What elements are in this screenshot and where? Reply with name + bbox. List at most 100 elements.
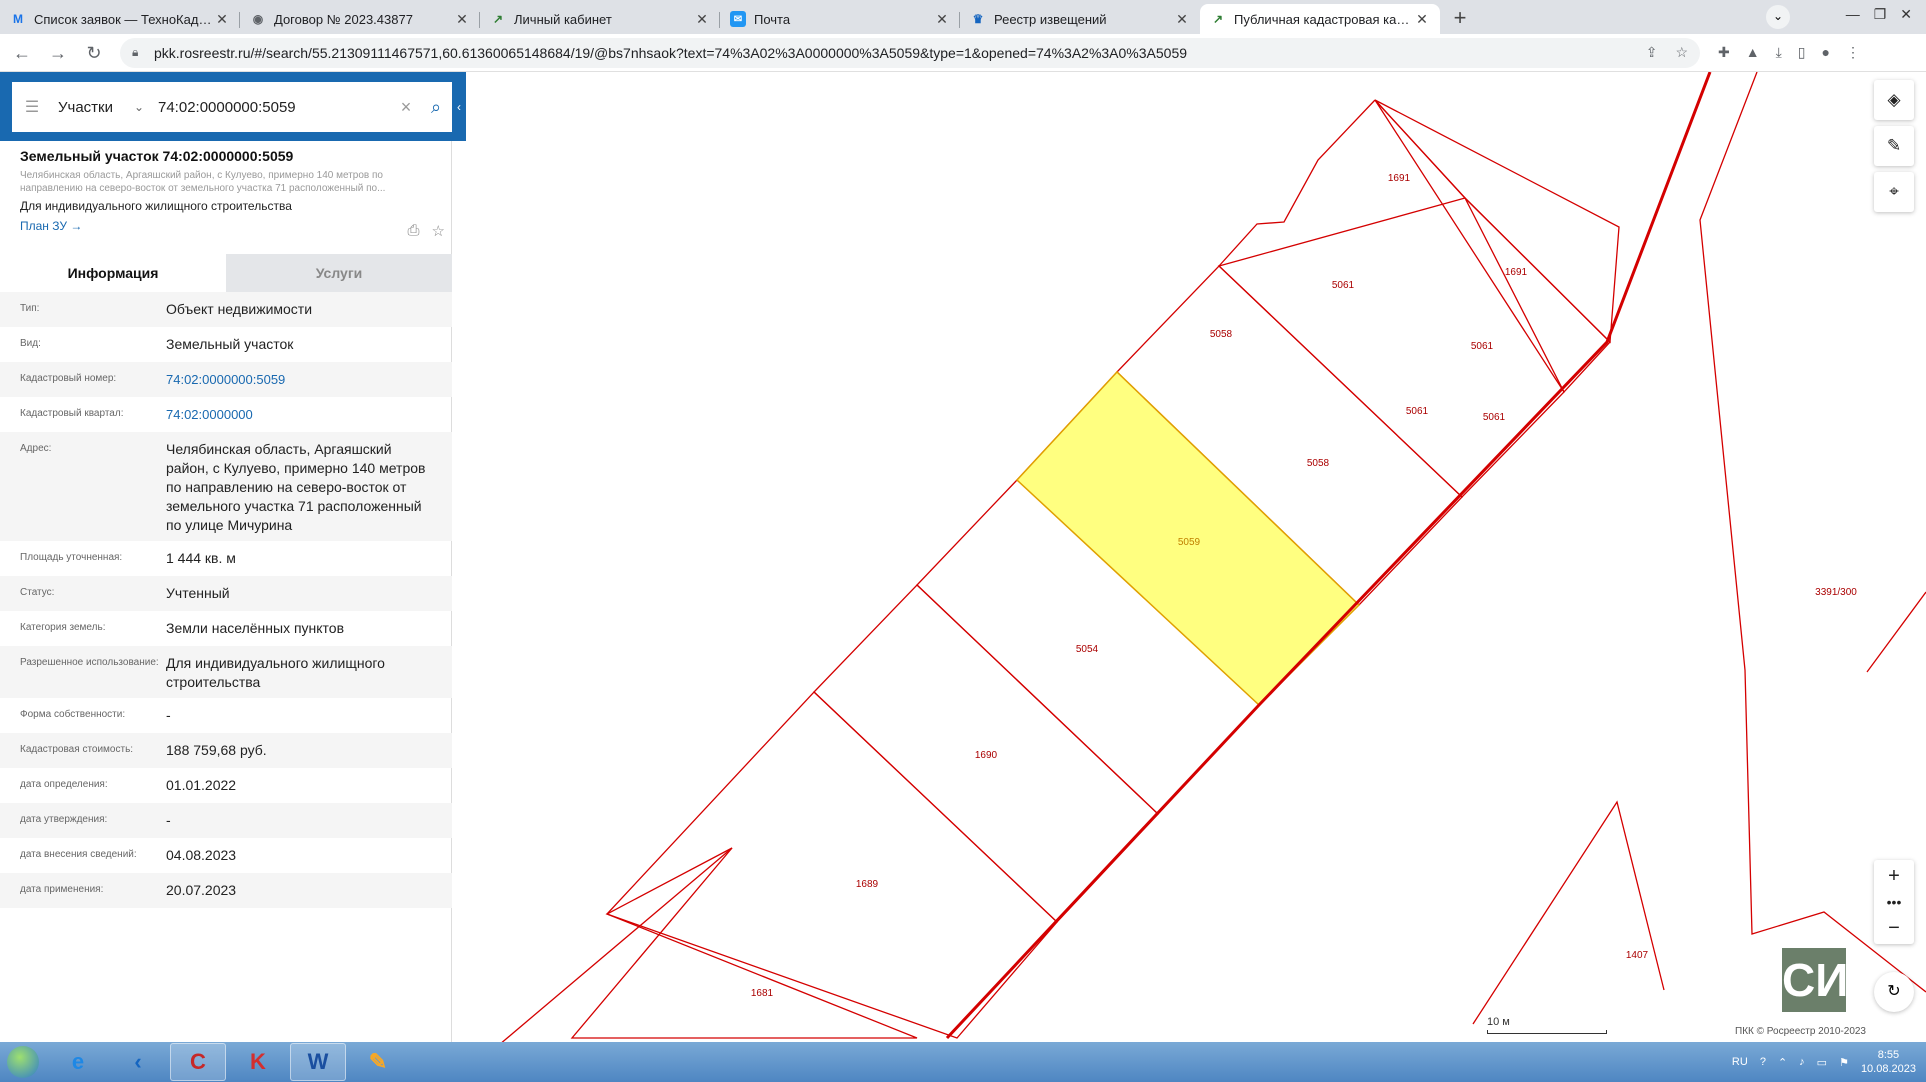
layers-icon[interactable]: ◈ — [1874, 80, 1914, 120]
bookmark-star-icon[interactable]: ☆ — [1675, 44, 1688, 61]
paint-icon[interactable]: ✎ — [350, 1043, 406, 1081]
volume-icon[interactable]: ♪ — [1799, 1056, 1805, 1068]
chevron-down-icon[interactable]: ⌄ — [134, 100, 158, 114]
hamburger-menu-icon[interactable]: ☰ — [12, 97, 52, 117]
zoom-in-button[interactable]: + — [1874, 860, 1914, 892]
forward-icon[interactable]: → — [44, 39, 72, 67]
download-icon[interactable]: ⤓ — [1776, 44, 1782, 61]
info-key: Тип: — [20, 303, 40, 314]
cadastral-number-link[interactable]: 74:02:0000000:5059 — [166, 370, 452, 391]
window-controls: — ❐ ✕ — [1832, 0, 1926, 29]
kebab-menu-icon[interactable]: ⋮ — [1846, 44, 1860, 61]
info-key: Статус: — [20, 587, 55, 598]
tab-info[interactable]: Информация — [0, 254, 226, 292]
parcel-layer[interactable]: 1691 1691 5061 5061 5061 5061 5058 5058 … — [467, 72, 1926, 1042]
kompas-icon[interactable]: ‹ — [110, 1043, 166, 1081]
share-icon[interactable]: ⇪ — [1646, 44, 1658, 61]
close-icon[interactable]: ✕ — [1174, 11, 1190, 27]
flask-icon[interactable]: ▲ — [1746, 44, 1760, 61]
extensions-bar: ✚ ▲ ⤓ ▯ ● ⋮ — [1718, 44, 1860, 61]
restore-icon[interactable]: ❐ — [1874, 6, 1887, 23]
zoom-more-icon[interactable]: ••• — [1874, 892, 1914, 912]
info-row: Форма собственности: - — [0, 698, 452, 733]
info-key: Кадастровая стоимость: — [20, 744, 134, 755]
search-icon[interactable]: ⌕ — [418, 97, 454, 118]
cadastral-map[interactable]: 1691 1691 5061 5061 5061 5061 5058 5058 … — [467, 72, 1926, 1042]
browser-tab[interactable]: ↗ Личный кабинет ✕ — [480, 4, 720, 34]
close-icon[interactable]: ✕ — [1414, 11, 1430, 27]
info-value: Земельный участок — [166, 336, 294, 352]
lock-icon[interactable]: 🔒︎ — [132, 45, 146, 60]
kaspersky-icon[interactable]: K — [230, 1043, 286, 1081]
parcel-label-5054: 5054 — [1076, 644, 1099, 655]
parcel-label-1681: 1681 — [751, 988, 774, 999]
browser-tab[interactable]: ♛ Реестр извещений ✕ — [960, 4, 1200, 34]
reload-icon[interactable]: ↻ — [80, 39, 108, 67]
close-window-icon[interactable]: ✕ — [1900, 6, 1912, 23]
start-button[interactable] — [0, 1042, 46, 1082]
info-key: дата определения: — [20, 779, 108, 790]
close-icon[interactable]: ✕ — [454, 11, 470, 27]
tab-services[interactable]: Услуги — [226, 254, 452, 292]
network-icon[interactable]: ▭ — [1817, 1056, 1827, 1069]
info-value: 01.01.2022 — [166, 777, 237, 793]
parcel-3391-east — [1866, 591, 1926, 673]
puzzle-icon[interactable]: ✚ — [1718, 44, 1730, 61]
print-preview-icon[interactable]: ⎙ — [408, 222, 420, 240]
back-icon[interactable]: ← — [8, 39, 36, 67]
info-row: дата внесения сведений: 04.08.2023 — [0, 838, 452, 873]
app-c-icon[interactable]: C — [170, 1043, 226, 1081]
tab-search-icon[interactable]: ⌄ — [1766, 5, 1790, 29]
info-row: Разрешенное использование: Для индивидуа… — [0, 646, 452, 698]
info-value: - — [166, 812, 171, 828]
parcel-label-5061-a: 5061 — [1332, 280, 1355, 291]
ruler-icon[interactable]: ✎ — [1874, 126, 1914, 166]
info-row: Категория земель: Земли населённых пункт… — [0, 611, 452, 646]
plan-link[interactable]: План ЗУ → — [20, 219, 440, 233]
info-row: Вид: Земельный участок — [0, 327, 452, 362]
close-icon[interactable]: ✕ — [694, 11, 710, 27]
sidepanel-icon[interactable]: ▯ — [1798, 44, 1806, 61]
minimize-icon[interactable]: — — [1846, 6, 1860, 23]
search-type-select[interactable]: Участки — [52, 99, 134, 116]
help-icon[interactable]: ? — [1760, 1056, 1766, 1068]
clock[interactable]: 8:55 10.08.2023 — [1861, 1048, 1916, 1076]
info-row: Тип: Объект недвижимости — [0, 292, 452, 327]
browser-tab[interactable]: ◉ Договор № 2023.43877 ✕ — [240, 4, 480, 34]
profile-avatar-icon[interactable]: ● — [1822, 44, 1830, 61]
pkk-icon: ↗ — [1212, 12, 1224, 26]
cadastral-quarter-link[interactable]: 74:02:0000000 — [166, 405, 452, 426]
browser-tab[interactable]: ✉ Почта ✕ — [720, 4, 960, 34]
flag-icon[interactable]: ⚑ — [1839, 1056, 1849, 1069]
arrow-icon: ↗ — [492, 12, 504, 26]
language-indicator[interactable]: RU — [1732, 1056, 1748, 1068]
ie-icon[interactable]: e — [50, 1043, 106, 1081]
browser-tab-active[interactable]: ↗ Публичная кадастровая карта ✕ — [1200, 4, 1440, 34]
parcel-label-5058-a: 5058 — [1210, 329, 1233, 340]
close-icon[interactable]: ✕ — [934, 11, 950, 27]
parcel-5061 — [1217, 197, 1565, 498]
word-icon[interactable]: W — [290, 1043, 346, 1081]
crosshair-icon[interactable]: ⌖ — [1874, 172, 1914, 212]
browser-tab[interactable]: M Список заявок — ТехноКад-Муз ✕ — [0, 4, 240, 34]
collapse-panel-button[interactable]: ‹ — [452, 82, 466, 132]
info-table: Тип: Объект недвижимости Вид: Земельный … — [0, 292, 452, 908]
gmail-icon: M — [13, 12, 23, 26]
zoom-out-button[interactable]: − — [1874, 912, 1914, 944]
parcel-outline-top — [1218, 99, 1376, 267]
tray-expand-icon[interactable]: ⌃ — [1778, 1056, 1787, 1069]
url-text: pkk.rosreestr.ru/#/search/55.21309111467… — [154, 44, 1188, 61]
object-use: Для индивидуального жилищного строительс… — [20, 199, 292, 213]
clear-icon[interactable]: × — [394, 97, 418, 118]
new-tab-button[interactable]: + — [1446, 5, 1474, 33]
basemap-switcher[interactable]: СИ — [1782, 948, 1846, 1012]
reset-view-icon[interactable]: ↻ — [1874, 972, 1914, 1012]
address-bar[interactable]: 🔒︎ pkk.rosreestr.ru/#/search/55.21309111… — [120, 37, 1700, 68]
favorite-star-icon[interactable]: ☆ — [432, 222, 445, 240]
search-input[interactable] — [158, 98, 394, 116]
info-key: дата внесения сведений: — [20, 849, 137, 860]
parcel-1681 — [570, 847, 918, 1039]
close-icon[interactable]: ✕ — [214, 11, 230, 27]
info-row: дата определения: 01.01.2022 — [0, 768, 452, 803]
object-address: Челябинская область, Аргаяшский район, с… — [20, 170, 386, 194]
